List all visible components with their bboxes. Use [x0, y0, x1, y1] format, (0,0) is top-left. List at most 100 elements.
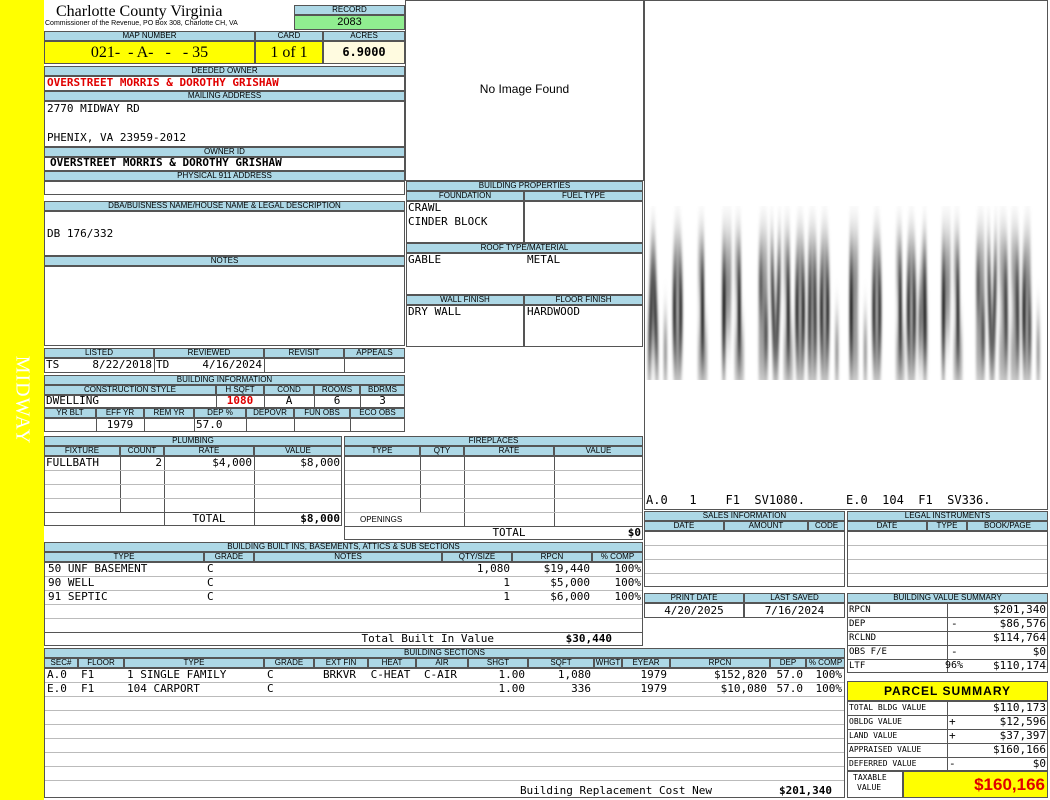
value-summary-label: DEP — [849, 619, 866, 629]
fuel-type-label: FUEL TYPE — [524, 191, 643, 201]
effyr-value: 1979 — [106, 418, 134, 431]
plumbing-value: $8,000 — [300, 456, 340, 469]
parcel-summary-label: LAND VALUE — [849, 731, 898, 740]
mailing-address-label: MAILING ADDRESS — [44, 91, 405, 101]
map-number-value: 021- - A- - - 35 — [44, 41, 255, 64]
notes-label: NOTES — [44, 256, 405, 266]
sections-header-7: SHGT — [468, 658, 528, 668]
map-number-label: MAP NUMBER — [44, 31, 255, 41]
foundation-value-1: CRAWL — [408, 201, 442, 214]
physical-address-box — [44, 181, 405, 195]
reviewed-label: REVIEWED — [154, 348, 264, 358]
bdrms-value: 3 — [379, 394, 386, 407]
parcel-summary-label: APPRAISED VALUE — [849, 745, 922, 754]
builtins-rpcn: $5,000 — [550, 576, 590, 589]
dba-label: DBA/BUISNESS NAME/HOUSE NAME & LEGAL DES… — [44, 201, 405, 211]
builtins-rpcn: $19,440 — [543, 562, 590, 575]
sections-cell: 100% — [815, 668, 843, 681]
dep-label: DEP % — [194, 408, 246, 418]
sections-cell: E.0 — [47, 682, 67, 695]
parcel-summary-row: APPRAISED VALUE $160,166 — [847, 743, 1048, 757]
value-summary-label: LTF — [849, 661, 866, 671]
sections-cell: 1.00 — [498, 682, 526, 695]
builtins-header-qty: QTY/SIZE — [442, 552, 512, 562]
acres-value: 6.9000 — [323, 41, 405, 64]
builtins-header-rpcn: RPCN — [512, 552, 592, 562]
sections-header-8: SQFT — [528, 658, 594, 668]
listed-by: TS — [46, 358, 60, 371]
sections-header-1: FLOOR — [78, 658, 124, 668]
sections-header-4: EXT FIN — [314, 658, 368, 668]
parcel-summary-value: $160,166 — [993, 743, 1046, 756]
depovr-label: DEPOVR — [246, 408, 294, 418]
builtins-type: 50 UNF BASEMENT — [48, 562, 148, 575]
dep-value: 57.0 — [196, 418, 223, 431]
no-image-text: No Image Found — [479, 82, 570, 96]
building-info-title: BUILDING INFORMATION — [44, 375, 405, 385]
sections-cell: BRKVR — [322, 668, 357, 681]
value-summary-value: $201,340 — [993, 603, 1046, 616]
cond-value: A — [285, 394, 293, 407]
parcel-summary-label: OBLDG VALUE — [849, 717, 902, 726]
sections-cell: C — [267, 668, 274, 681]
value-summary-value: $114,764 — [993, 631, 1046, 644]
listed-date: 8/22/2018 — [92, 358, 152, 371]
sections-row: A.0 F1 1 SINGLE FAMILY C BRKVR C-HEAT C-AIR 1.0… — [0, 668, 845, 682]
legal-header-date: DATE — [847, 521, 927, 531]
value-summary-value: $86,576 — [999, 617, 1046, 630]
builtins-grade: C — [207, 576, 214, 589]
sections-total-value: $201,340 — [779, 784, 832, 797]
foundation-value-2: CINDER BLOCK — [408, 215, 488, 228]
sales-header-amount: AMOUNT — [724, 521, 808, 531]
listed-label: LISTED — [44, 348, 154, 358]
builtins-header-notes: NOTES — [254, 552, 442, 562]
yrblt-label: YR BLT — [44, 408, 96, 418]
builtins-qty: 1 — [503, 576, 510, 589]
taxable-label-1: TAXABLE — [853, 773, 887, 782]
sections-cell: 1.00 — [498, 668, 526, 681]
value-summary-row: RPCN $201,340 — [847, 603, 1048, 617]
fireplaces-total-value: $0 — [627, 526, 641, 539]
sections-cell: C — [267, 682, 274, 695]
fireplaces-header-qty: QTY — [420, 446, 464, 456]
builtins-header-comp: % COMP — [592, 552, 643, 562]
fireplaces-header-rate: RATE — [464, 446, 554, 456]
builtins-comp: 100% — [614, 562, 642, 575]
sections-header-13: % COMP — [806, 658, 845, 668]
sections-cell: A.0 — [47, 668, 67, 681]
builtins-header-grade: GRADE — [204, 552, 254, 562]
sections-header-9: WHGT — [594, 658, 622, 668]
builtins-grade: C — [207, 590, 214, 603]
sections-cell: 57.0 — [776, 682, 804, 695]
sections-cell: 336 — [571, 682, 591, 695]
builtins-title: BUILDING BUILT INS, BASEMENTS, ATTICS & … — [44, 542, 643, 552]
wall-finish-label: WALL FINISH — [406, 295, 524, 305]
sections-cell: C-HEAT — [370, 668, 411, 681]
sections-cell: 1,080 — [557, 668, 591, 681]
sales-title: SALES INFORMATION — [644, 511, 845, 521]
sections-cell: 104 CARPORT — [127, 682, 200, 695]
builtins-comp: 100% — [614, 590, 642, 603]
fireplaces-title: FIREPLACES — [344, 436, 643, 446]
builtins-qty: 1 — [503, 590, 510, 603]
building-properties-title: BUILDING PROPERTIES — [406, 181, 643, 191]
sections-cell: $10,080 — [720, 682, 767, 695]
mailing-address-line1: 2770 MIDWAY RD — [47, 102, 140, 115]
builtins-comp: 100% — [614, 576, 642, 589]
parcel-summary-title: PARCEL SUMMARY — [847, 681, 1048, 701]
value-summary-label: OBS F/E — [849, 647, 887, 657]
deeded-owner-label: DEEDED OWNER — [44, 66, 405, 76]
builtins-grade: C — [207, 562, 214, 575]
notes-box — [44, 266, 405, 346]
sections-cell: $152,820 — [714, 668, 767, 681]
parcel-summary-value: $110,173 — [993, 701, 1046, 714]
value-summary-value: $0 — [1032, 645, 1046, 658]
parcel-summary-value: $37,397 — [999, 729, 1046, 742]
plumbing-rate: $4,000 — [212, 456, 252, 469]
hsqft-value: 1080 — [226, 394, 254, 407]
sections-title: BUILDING SECTIONS — [44, 648, 845, 658]
funobs-label: FUN OBS — [294, 408, 350, 418]
value-summary-row: LTF 96% $110,174 — [847, 659, 1048, 673]
legal-title: LEGAL INSTRUMENTS — [847, 511, 1048, 521]
parcel-summary-value: $12,596 — [999, 715, 1046, 728]
